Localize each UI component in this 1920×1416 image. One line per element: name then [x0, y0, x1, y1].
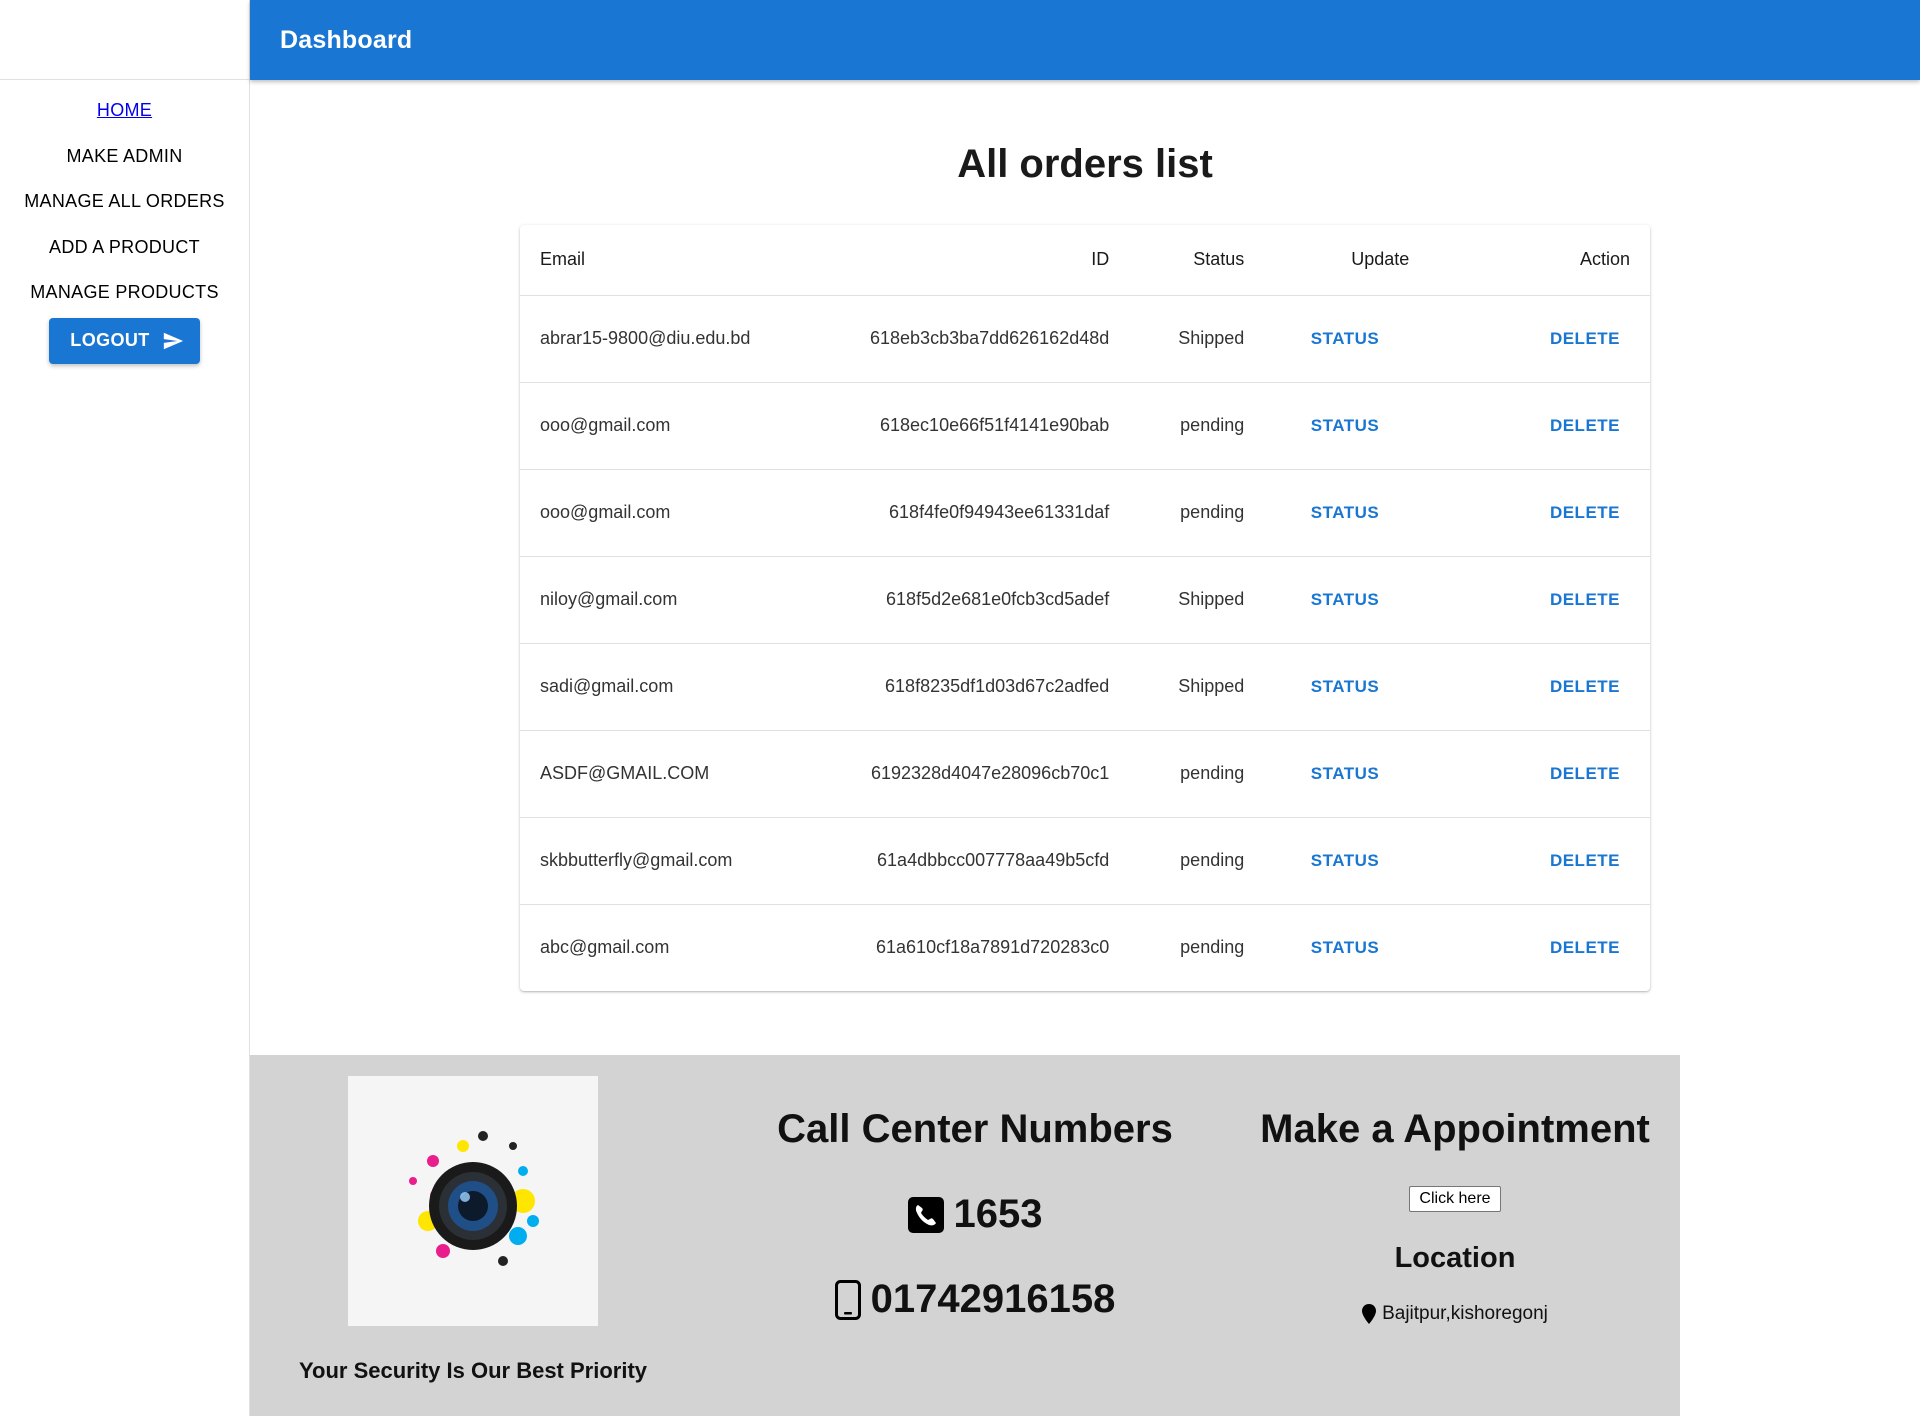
order-status: Shipped — [1129, 643, 1265, 731]
appointment-section: Make a Appointment Click here Location B… — [1220, 1055, 1690, 1325]
orders-table-body: abrar15-9800@diu.edu.bd 618eb3cb3ba7dd626… — [520, 295, 1650, 991]
sidebar-item-manage-products[interactable]: MANAGE PRODUCTS — [30, 270, 219, 316]
location-text: Bajitpur,kishoregonj — [1382, 1303, 1548, 1324]
delete-button[interactable]: DELETE — [1550, 590, 1620, 609]
table-header-row: Email ID Status Update Action — [520, 225, 1650, 296]
footer: Your Security Is Our Best Priority Call … — [250, 1055, 1680, 1416]
order-id: 61a4dbbcc007778aa49b5cfd — [850, 817, 1130, 905]
camera-lens-logo-icon — [409, 1131, 539, 1266]
column-header-status: Status — [1129, 225, 1265, 296]
delete-button[interactable]: DELETE — [1550, 938, 1620, 957]
appointment-button[interactable]: Click here — [1409, 1186, 1501, 1212]
order-status: pending — [1129, 469, 1265, 557]
order-email: abrar15-9800@diu.edu.bd — [520, 295, 850, 383]
table-row: sadi@gmail.com 618f8235df1d03d67c2adfed Sh… — [520, 643, 1650, 731]
order-email: sadi@gmail.com — [520, 643, 850, 731]
table-row: abrar15-9800@diu.edu.bd 618eb3cb3ba7dd626… — [520, 295, 1650, 383]
app-bar-title: Dashboard — [280, 25, 413, 54]
table-row: niloy@gmail.com 618f5d2e681e0fcb3cd5adef S… — [520, 556, 1650, 644]
order-email: ooo@gmail.com — [520, 382, 850, 470]
status-button[interactable]: STATUS — [1311, 503, 1379, 522]
sidebar-item-manage-all-orders[interactable]: MANAGE ALL ORDERS — [24, 179, 225, 225]
sidebar: HOME MAKE ADMIN MANAGE ALL ORDERS ADD A … — [0, 0, 250, 1416]
logout-button[interactable]: LOGOUT — [49, 317, 200, 364]
location-info: Bajitpur,kishoregonj — [1220, 1303, 1690, 1325]
order-email: skbbutterfly@gmail.com — [520, 817, 850, 905]
order-id: 61a610cf18a7891d720283c0 — [876, 937, 1110, 958]
sidebar-item-make-admin[interactable]: MAKE ADMIN — [66, 134, 182, 180]
orders-table-card: Email ID Status Update Action abrar15-98… — [520, 225, 1650, 991]
table-row: ooo@gmail.com 618f4fe0f94943ee61331daf pen… — [520, 469, 1650, 557]
status-button[interactable]: STATUS — [1311, 764, 1379, 783]
status-button[interactable]: STATUS — [1311, 851, 1379, 870]
order-status: pending — [1129, 730, 1265, 818]
orders-table: Email ID Status Update Action abrar15-98… — [520, 225, 1650, 991]
delete-button[interactable]: DELETE — [1550, 764, 1620, 783]
table-row: ASDF@GMAIL.COM 6192328d4047e28096cb70c1 pe… — [520, 730, 1650, 818]
table-row: skbbutterfly@gmail.com 61a4dbbcc007778aa4… — [520, 817, 1650, 905]
order-status: pending — [1129, 382, 1265, 470]
delete-button[interactable]: DELETE — [1550, 503, 1620, 522]
delete-button[interactable]: DELETE — [1550, 851, 1620, 870]
sidebar-header — [0, 0, 249, 80]
order-id: 618eb3cb3ba7dd626162d48d — [850, 295, 1130, 383]
order-status: pending — [1129, 817, 1265, 905]
order-id: 618f4fe0f94943ee61331daf — [850, 469, 1130, 557]
mobile-number-text: 01742916158 — [870, 1277, 1116, 1321]
mobile-phone-icon — [834, 1279, 861, 1320]
status-button[interactable]: STATUS — [1311, 416, 1379, 435]
order-status: Shipped — [1129, 556, 1265, 644]
landline-number: 1653 — [740, 1192, 1210, 1237]
order-email: ooo@gmail.com — [520, 469, 850, 557]
map-pin-icon — [1362, 1304, 1377, 1324]
status-button[interactable]: STATUS — [1311, 938, 1379, 957]
phone-square-icon — [907, 1196, 944, 1233]
column-header-id: ID — [850, 225, 1130, 296]
order-email: niloy@gmail.com — [520, 556, 850, 644]
delete-button[interactable]: DELETE — [1550, 677, 1620, 696]
logout-label: LOGOUT — [70, 330, 150, 350]
delete-button[interactable]: DELETE — [1550, 329, 1620, 348]
order-id: 618ec10e66f51f4141e90bab — [850, 382, 1130, 470]
status-button[interactable]: STATUS — [1311, 590, 1379, 609]
sidebar-nav: HOME MAKE ADMIN MANAGE ALL ORDERS ADD A … — [0, 80, 249, 364]
call-center-section: Call Center Numbers 1653 01742916158 — [740, 1055, 1210, 1322]
landline-number-text: 1653 — [953, 1192, 1043, 1236]
status-button[interactable]: STATUS — [1311, 329, 1379, 348]
appointment-title: Make a Appointment — [1260, 1107, 1650, 1151]
order-id: 6192328d4047e28096cb70c1 — [850, 730, 1130, 818]
order-id: 618f5d2e681e0fcb3cd5adef — [850, 556, 1130, 644]
order-status: pending — [1180, 937, 1245, 958]
send-icon — [163, 332, 183, 349]
sidebar-item-home[interactable]: HOME — [97, 88, 152, 134]
delete-button[interactable]: DELETE — [1550, 416, 1620, 435]
app-bar: Dashboard — [250, 0, 1920, 80]
footer-tagline: Your Security Is Our Best Priority — [298, 1358, 648, 1383]
column-header-email: Email — [520, 225, 850, 296]
camera-logo — [348, 1076, 598, 1326]
sidebar-item-add-a-product[interactable]: ADD A PRODUCT — [49, 225, 200, 271]
order-status: Shipped — [1129, 295, 1265, 383]
table-row: abc@gmail.com 61a610cf18a7891d720283c0 pen… — [520, 904, 1650, 991]
call-center-title: Call Center Numbers — [777, 1107, 1173, 1151]
column-header-update: Update — [1264, 225, 1430, 296]
order-email: ASDF@GMAIL.COM — [520, 730, 850, 818]
order-email: abc@gmail.com — [540, 937, 670, 958]
page-title: All orders list — [957, 142, 1213, 186]
location-title: Location — [1394, 1242, 1516, 1274]
column-header-action: Action — [1429, 225, 1650, 296]
table-row: ooo@gmail.com 618ec10e66f51f4141e90bab pen… — [520, 382, 1650, 470]
order-id: 618f8235df1d03d67c2adfed — [850, 643, 1130, 731]
status-button[interactable]: STATUS — [1311, 677, 1379, 696]
mobile-number: 01742916158 — [740, 1277, 1210, 1322]
